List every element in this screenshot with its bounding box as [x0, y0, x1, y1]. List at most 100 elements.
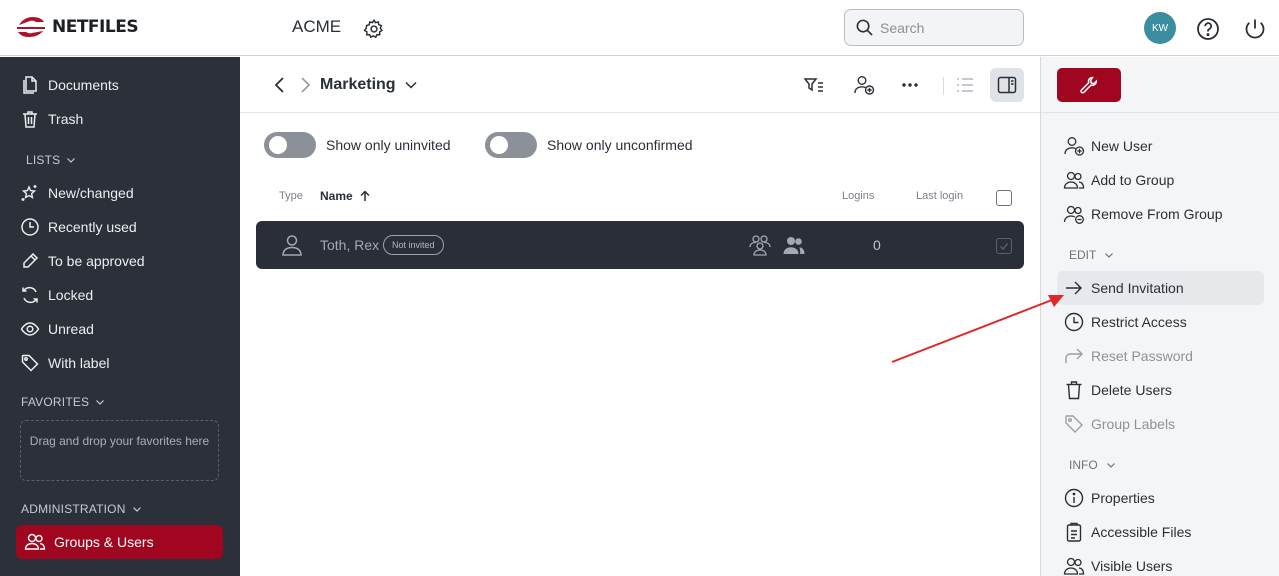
- favorites-section-toggle[interactable]: FAVORITES: [21, 395, 105, 409]
- column-header-name-label: Name: [320, 189, 353, 203]
- toggle-label: Show only uninvited: [326, 137, 451, 153]
- panel-toggle-button[interactable]: [990, 68, 1024, 102]
- clipboard-icon: [1066, 522, 1082, 542]
- checkmark-icon: [1000, 243, 1009, 250]
- add-user-icon: [1064, 137, 1085, 156]
- avatar[interactable]: KW: [1144, 12, 1176, 44]
- sidebar-item-trash[interactable]: Trash: [20, 105, 83, 133]
- toggle-uninvited[interactable]: Show only uninvited: [264, 132, 451, 158]
- reset-password-action[interactable]: Reset Password: [1057, 339, 1264, 373]
- sidebar-item-label: Unread: [48, 321, 94, 337]
- chevron-down-icon: [1106, 463, 1115, 468]
- list-view-icon: [957, 78, 973, 92]
- send-invitation-action[interactable]: Send Invitation: [1057, 271, 1264, 305]
- info-section-title: INFO: [1069, 458, 1098, 472]
- action-label: New User: [1091, 138, 1153, 154]
- filter-button[interactable]: [799, 71, 829, 99]
- new-user-action[interactable]: New User: [1057, 129, 1264, 163]
- action-label: Send Invitation: [1091, 280, 1184, 296]
- favorites-section-title: FAVORITES: [21, 395, 90, 409]
- power-icon[interactable]: [1243, 17, 1267, 41]
- toolbar-divider: [943, 77, 944, 95]
- sidebar-item-unread[interactable]: Unread: [20, 315, 94, 343]
- column-header-last-login[interactable]: Last login: [916, 190, 963, 202]
- search-input[interactable]: [880, 19, 1010, 36]
- administration-section-toggle[interactable]: ADMINISTRATION: [21, 502, 142, 516]
- toggle-switch[interactable]: [264, 132, 316, 158]
- main-content: Marketing Show only uninvited Show only …: [240, 57, 1040, 576]
- panel-toggle-icon: [997, 76, 1017, 94]
- add-to-group-icon: [1063, 171, 1085, 189]
- info-section-toggle[interactable]: INFO: [1069, 458, 1116, 472]
- remove-from-group-icon: [1063, 205, 1084, 224]
- action-label: Reset Password: [1091, 348, 1193, 364]
- action-label: Restrict Access: [1091, 314, 1187, 330]
- sidebar-item-documents[interactable]: Documents: [20, 71, 119, 99]
- logo[interactable]: NETFILES: [16, 16, 139, 38]
- remove-from-group-action[interactable]: Remove From Group: [1057, 197, 1264, 231]
- favorites-drop-zone[interactable]: Drag and drop your favorites here: [20, 420, 219, 481]
- sidebar-item-label: Locked: [48, 287, 94, 303]
- properties-action[interactable]: Properties: [1057, 481, 1264, 515]
- groups-membership-icon[interactable]: [748, 233, 772, 257]
- sort-ascending-icon: [360, 190, 370, 201]
- toggle-switch[interactable]: [485, 132, 537, 158]
- column-header-name[interactable]: Name: [320, 189, 371, 203]
- edit-section-toggle[interactable]: EDIT: [1069, 248, 1114, 262]
- left-sidebar: Documents Trash LISTS New/changed Recent…: [0, 57, 240, 576]
- sidebar-item-locked[interactable]: Locked: [20, 281, 93, 309]
- visible-users-action[interactable]: Visible Users: [1057, 549, 1264, 576]
- tag-icon: [1065, 415, 1083, 433]
- sidebar-item-groups-users[interactable]: Groups & Users: [16, 525, 223, 559]
- logo-text: NETFILES: [52, 17, 139, 37]
- user-type-icon[interactable]: [782, 233, 806, 257]
- table-row[interactable]: Toth, Rex Not invited 0: [256, 221, 1024, 269]
- users-icon: [24, 533, 46, 550]
- action-label: Accessible Files: [1091, 524, 1192, 540]
- toggle-unconfirmed[interactable]: Show only unconfirmed: [485, 132, 693, 158]
- sidebar-item-label: Documents: [48, 77, 119, 93]
- info-icon: [1064, 488, 1084, 508]
- lists-section-toggle[interactable]: LISTS: [26, 153, 76, 167]
- breadcrumb-separator-icon: [301, 77, 311, 93]
- lists-section-title: LISTS: [26, 153, 61, 167]
- add-user-button[interactable]: [849, 71, 879, 99]
- breadcrumb-dropdown[interactable]: Marketing: [320, 76, 418, 94]
- chevron-down-icon: [67, 158, 76, 163]
- right-action-panel: New User Add to Group Remove From Group …: [1040, 57, 1279, 576]
- action-label: Add to Group: [1091, 172, 1175, 188]
- action-label: Group Labels: [1091, 416, 1176, 432]
- clock-icon: [21, 218, 39, 236]
- sidebar-item-new-changed[interactable]: New/changed: [20, 179, 134, 207]
- group-labels-action[interactable]: Group Labels: [1057, 407, 1264, 441]
- tools-button[interactable]: [1057, 68, 1121, 102]
- delete-users-action[interactable]: Delete Users: [1057, 373, 1264, 407]
- help-icon[interactable]: [1196, 17, 1220, 41]
- more-icon: [902, 83, 918, 87]
- add-user-icon: [854, 76, 875, 95]
- arrow-right-icon: [1066, 281, 1082, 295]
- select-all-checkbox[interactable]: [996, 190, 1012, 206]
- back-arrow-icon[interactable]: [270, 75, 290, 95]
- search-box[interactable]: [844, 9, 1024, 46]
- sidebar-item-to-be-approved[interactable]: To be approved: [20, 247, 145, 275]
- reset-arrow-icon: [1065, 348, 1083, 363]
- chevron-down-icon: [1105, 253, 1114, 258]
- action-label: Delete Users: [1091, 382, 1172, 398]
- accessible-files-action[interactable]: Accessible Files: [1057, 515, 1264, 549]
- sidebar-item-recently-used[interactable]: Recently used: [20, 213, 137, 241]
- tag-icon: [21, 354, 39, 372]
- login-count: 0: [873, 237, 881, 253]
- gear-icon[interactable]: [363, 18, 385, 40]
- sidebar-item-with-label[interactable]: With label: [20, 349, 109, 377]
- list-view-button[interactable]: [950, 71, 980, 99]
- more-button[interactable]: [895, 71, 925, 99]
- row-checkbox[interactable]: [996, 238, 1012, 254]
- add-to-group-action[interactable]: Add to Group: [1057, 163, 1264, 197]
- restrict-access-action[interactable]: Restrict Access: [1057, 305, 1264, 339]
- edit-section-title: EDIT: [1069, 248, 1097, 262]
- column-header-type[interactable]: Type: [279, 190, 303, 202]
- refresh-icon: [22, 286, 38, 304]
- column-header-logins[interactable]: Logins: [842, 190, 874, 202]
- action-label: Remove From Group: [1091, 206, 1223, 222]
